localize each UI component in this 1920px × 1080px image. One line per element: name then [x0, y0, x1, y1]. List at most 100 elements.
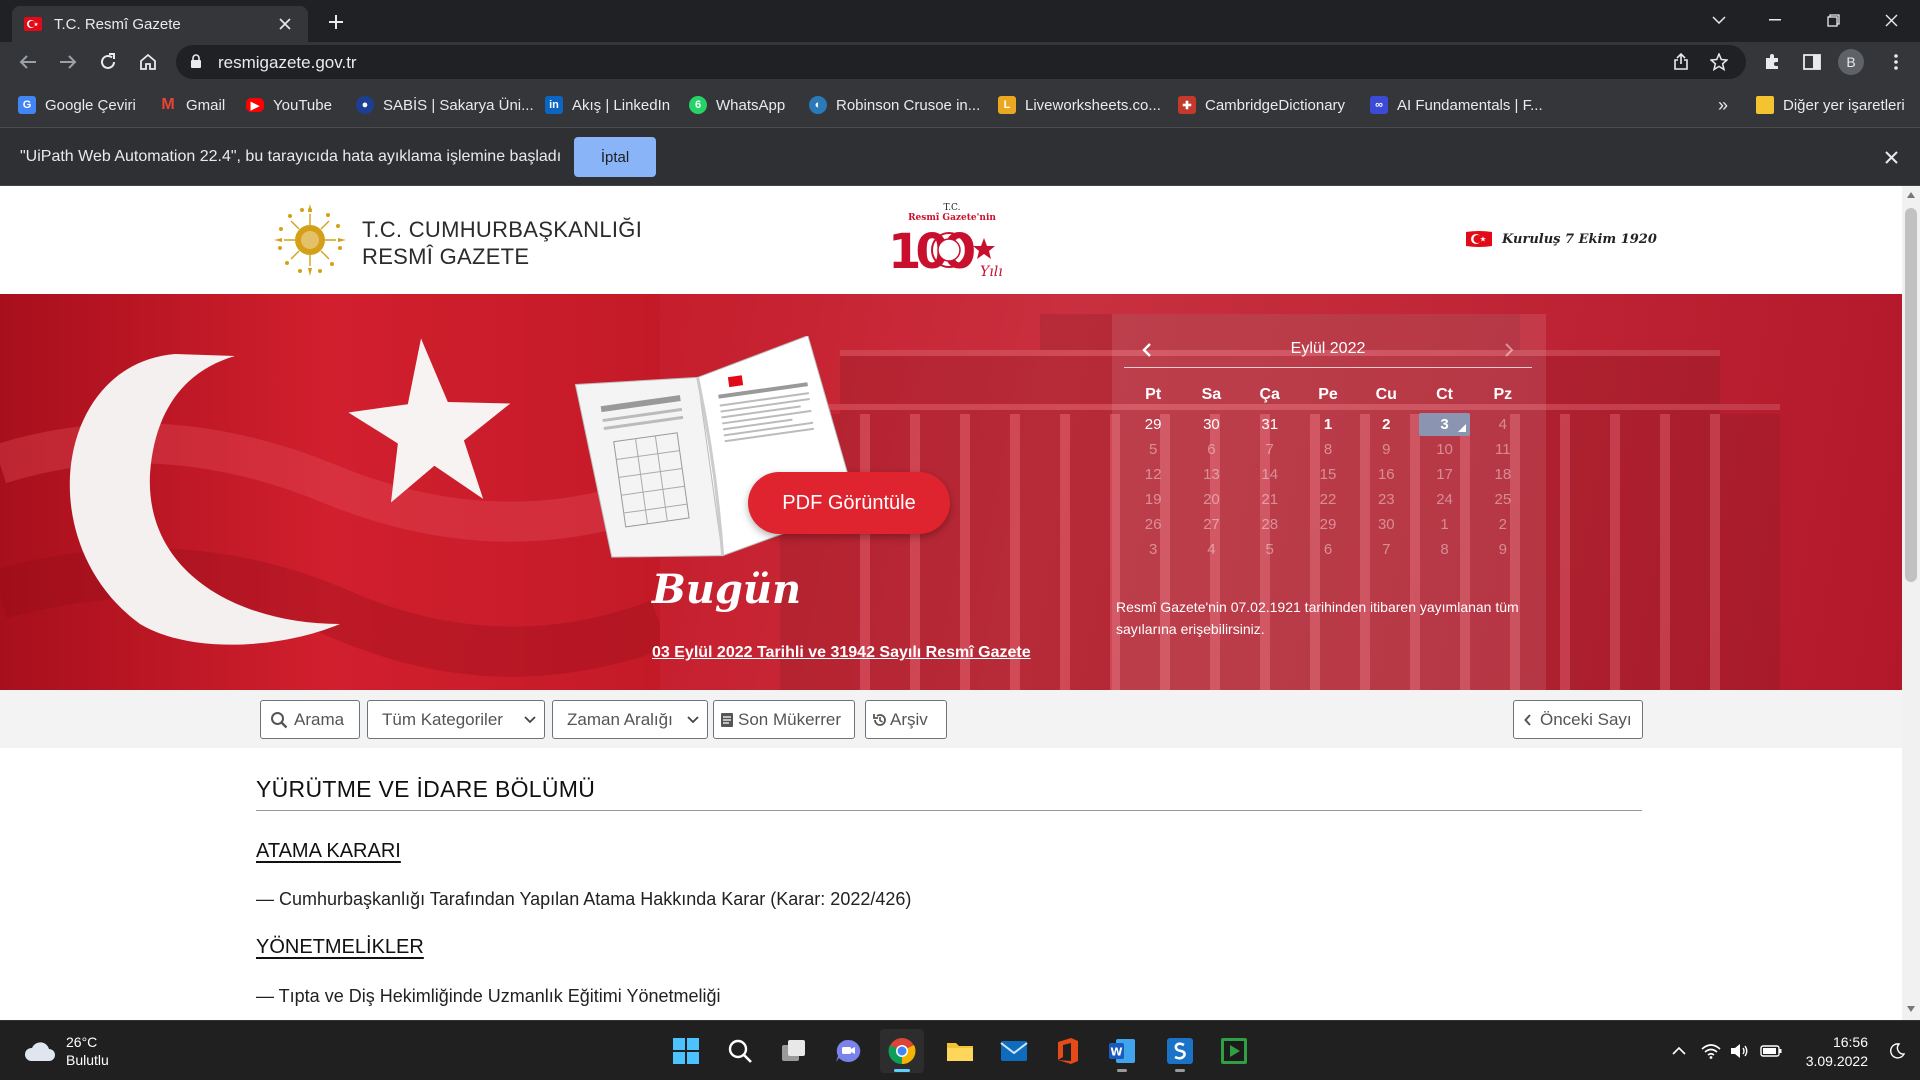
other-bookmarks-folder[interactable]: Diğer yer işaretleri	[1756, 92, 1905, 118]
folder-icon	[1756, 96, 1774, 114]
url-text[interactable]: resmigazete.gov.tr	[218, 53, 357, 73]
presidential-emblem-icon[interactable]	[272, 202, 348, 278]
calendar-day[interactable]: 30	[1182, 412, 1240, 437]
extensions-puzzle-icon[interactable]	[1756, 46, 1788, 78]
gazette-item-link[interactable]: — Cumhurbaşkanlığı Tarafından Yapılan At…	[256, 889, 911, 910]
bookmarks-overflow-button[interactable]: »	[1718, 92, 1728, 118]
weather-widget[interactable]: 26°C Bulutlu	[22, 1033, 109, 1069]
pdf-view-button[interactable]: PDF Görüntüle	[748, 472, 950, 534]
minimize-button[interactable]	[1750, 0, 1800, 40]
battery-icon[interactable]	[1760, 1040, 1782, 1062]
system-clock[interactable]: 16:56 3.09.2022	[1786, 1033, 1868, 1071]
page-scrollbar[interactable]	[1902, 186, 1920, 1020]
date-range-select[interactable]: Zaman Aralığı	[552, 700, 708, 739]
calendar-day: 5	[1148, 441, 1158, 458]
word-icon[interactable]: W	[1100, 1029, 1144, 1073]
focus-moon-icon[interactable]	[1886, 1040, 1908, 1062]
site-title[interactable]: T.C. CUMHURBAŞKANLIĞI RESMÎ GAZETE	[362, 216, 642, 270]
profile-avatar[interactable]: B	[1838, 49, 1864, 75]
weekday-label: Pe	[1318, 386, 1338, 403]
scrollbar-thumb[interactable]	[1905, 208, 1917, 582]
restore-button[interactable]	[1808, 0, 1858, 40]
bookmark-star-icon[interactable]	[1708, 51, 1730, 73]
mail-icon[interactable]	[992, 1029, 1036, 1073]
calendar-day[interactable]: 29	[1124, 412, 1182, 437]
new-tab-button[interactable]	[322, 8, 350, 36]
browser-tab[interactable]: T.C. Resmî Gazete	[12, 6, 308, 42]
calendar-day: 6	[1323, 541, 1333, 558]
gazette-item-link[interactable]: — Tıpta ve Diş Hekimliğinde Uzmanlık Eği…	[256, 986, 721, 1007]
gmail-icon: M	[161, 96, 175, 113]
windows-start-icon[interactable]	[664, 1029, 708, 1073]
more-menu-icon[interactable]	[1880, 46, 1912, 78]
wifi-icon[interactable]	[1700, 1040, 1722, 1062]
calendar-month-label[interactable]: Eylül 2022	[1124, 340, 1532, 358]
calendar-day: 7	[1382, 541, 1391, 558]
history-icon	[872, 712, 888, 728]
chrome-taskbar-icon[interactable]	[880, 1029, 924, 1073]
bookmark-item[interactable]: in Akış | LinkedIn	[545, 92, 670, 118]
turkish-flag-favicon-icon	[24, 17, 42, 31]
side-panel-icon[interactable]	[1796, 46, 1828, 78]
info-bar-message: "UiPath Web Automation 22.4", bu tarayıc…	[20, 148, 562, 165]
address-bar[interactable]: resmigazete.gov.tr	[176, 45, 1746, 79]
volume-icon[interactable]	[1728, 1040, 1750, 1062]
today-title: Bugün	[652, 566, 802, 613]
back-arrow-icon[interactable]	[12, 46, 44, 78]
file-explorer-icon[interactable]	[938, 1029, 982, 1073]
bookmark-item[interactable]: M Gmail	[159, 92, 225, 118]
uipath-assistant-icon[interactable]	[1212, 1029, 1256, 1073]
close-info-bar-icon[interactable]	[1880, 146, 1902, 168]
calendar-day: 14	[1261, 466, 1279, 483]
category-select[interactable]: Tüm Kategoriler	[367, 700, 545, 739]
calendar-week-row: 12 13 14 15 16 17 18	[1124, 462, 1532, 487]
calendar-day[interactable]: 2	[1357, 412, 1415, 437]
weekday-label: Cu	[1375, 386, 1397, 403]
uipath-studio-icon[interactable]	[1158, 1029, 1202, 1073]
today-gazette-link[interactable]: 03 Eylül 2022 Tarihli ve 31942 Sayılı Re…	[652, 644, 1031, 662]
section-divider	[256, 810, 1642, 811]
reload-icon[interactable]	[92, 46, 124, 78]
bookmark-item[interactable]: ∞ AI Fundamentals | F...	[1370, 92, 1543, 118]
archive-button[interactable]: Arşiv	[865, 700, 947, 739]
calendar-next-chevron-icon[interactable]	[1504, 342, 1514, 358]
scroll-down-arrow-icon[interactable]	[1907, 1006, 1915, 1012]
bookmark-item[interactable]: ✚ CambridgeDictionary	[1178, 92, 1345, 118]
share-icon[interactable]	[1670, 51, 1692, 73]
scroll-up-arrow-icon[interactable]	[1907, 192, 1915, 198]
lock-icon[interactable]	[190, 54, 202, 69]
calendar-day: 19	[1144, 491, 1162, 508]
bookmark-item[interactable]: ▶ YouTube	[246, 92, 332, 118]
office-icon[interactable]	[1046, 1029, 1090, 1073]
centennial-logo[interactable]: T.C. Resmî Gazete'nin 100 Yılı	[884, 200, 1014, 284]
cancel-debugging-button[interactable]: İptal	[574, 137, 656, 177]
search-taskbar-icon[interactable]	[718, 1029, 762, 1073]
temperature-text: 26°C	[66, 1034, 98, 1050]
calendar-day-selected[interactable]: 3	[1419, 413, 1470, 436]
last-repeated-button[interactable]: Son Mükerrer	[713, 700, 855, 739]
bookmark-item[interactable]: L Liveworksheets.co...	[998, 92, 1161, 118]
bookmark-item[interactable]: ● SABİS | Sakarya Üni...	[356, 92, 534, 118]
calendar-day[interactable]: 31	[1241, 412, 1299, 437]
previous-issue-button[interactable]: Önceki Sayı	[1513, 700, 1643, 739]
bookmark-item[interactable]: 6 WhatsApp	[689, 92, 785, 118]
home-icon[interactable]	[132, 46, 164, 78]
forward-arrow-icon[interactable]	[52, 46, 84, 78]
bookmark-item[interactable]: ◐ Robinson Crusoe in...	[809, 92, 980, 118]
close-window-button[interactable]	[1866, 0, 1916, 40]
calendar-day: 13	[1203, 466, 1220, 483]
tray-overflow-chevron-icon[interactable]	[1668, 1040, 1690, 1062]
youtube-icon: ▶	[246, 98, 264, 112]
teams-chat-icon[interactable]	[826, 1029, 870, 1073]
section-title: YÜRÜTME VE İDARE BÖLÜMÜ	[256, 776, 596, 802]
calendar-day: 22	[1319, 491, 1337, 508]
task-view-icon[interactable]	[772, 1029, 816, 1073]
bookmark-item[interactable]: G Google Çeviri	[18, 92, 136, 118]
tab-search-chevron-icon[interactable]	[1694, 0, 1744, 40]
calendar-weekday-row: Pt Sa Ça Pe Cu Ct Pz	[1124, 382, 1532, 412]
tab-close-icon[interactable]	[274, 13, 296, 35]
search-button[interactable]: Arama	[260, 700, 360, 739]
calendar-week-row: 26 27 28 29 30 1 2	[1124, 512, 1532, 537]
calendar-day: 17	[1436, 466, 1453, 483]
calendar-day[interactable]: 1	[1299, 412, 1357, 437]
